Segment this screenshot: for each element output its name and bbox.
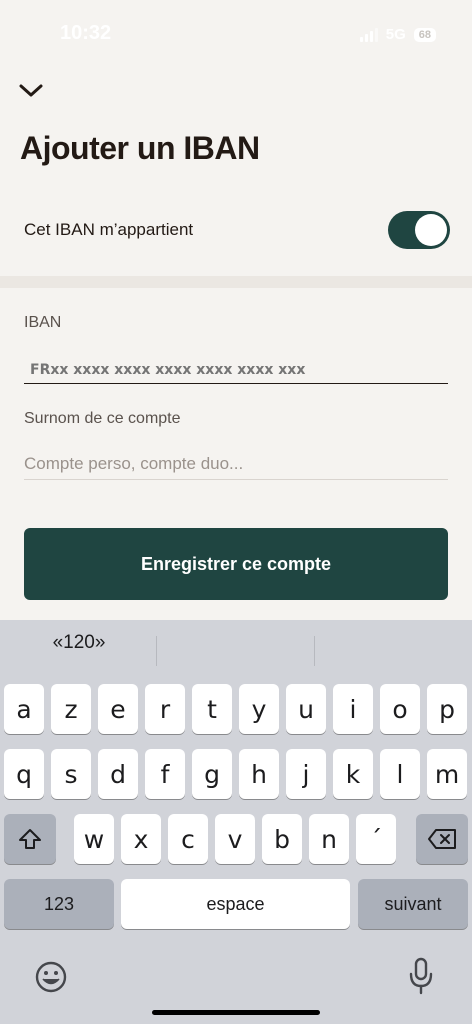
emoji-icon: [35, 961, 67, 993]
page-title: Ajouter un IBAN: [20, 130, 260, 166]
status-bar: 10:32 5G 68: [0, 0, 472, 70]
suggestion-1[interactable]: «120»: [4, 632, 154, 654]
key[interactable]: i: [333, 684, 373, 734]
key[interactable]: s: [51, 749, 91, 799]
toggle-knob: [415, 214, 447, 246]
suggestion-bar: «120»: [0, 620, 472, 680]
space-key[interactable]: espace: [121, 879, 350, 929]
suggestion-divider: [156, 636, 157, 666]
shift-key[interactable]: [4, 814, 56, 864]
key[interactable]: o: [380, 684, 420, 734]
microphone-icon: [409, 957, 433, 995]
key[interactable]: n: [309, 814, 349, 864]
backspace-icon: [428, 829, 456, 849]
delete-key[interactable]: [416, 814, 468, 864]
key[interactable]: r: [145, 684, 185, 734]
key[interactable]: c: [168, 814, 208, 864]
key[interactable]: a: [4, 684, 44, 734]
dictation-button[interactable]: [402, 954, 440, 998]
key[interactable]: f: [145, 749, 185, 799]
battery-icon: 68: [413, 27, 436, 42]
iban-label: IBAN: [24, 314, 62, 331]
key[interactable]: m: [427, 749, 467, 799]
key[interactable]: v: [215, 814, 255, 864]
save-account-button[interactable]: Enregistrer ce compte: [24, 528, 448, 600]
nickname-label: Surnom de ce compte: [24, 410, 181, 427]
owner-row: Cet IBAN m’appartient: [24, 210, 450, 250]
owner-label: Cet IBAN m’appartient: [24, 220, 194, 239]
suggestion-divider: [314, 636, 315, 666]
nickname-input[interactable]: [24, 448, 448, 480]
chevron-down-icon: [19, 84, 43, 97]
key[interactable]: l: [380, 749, 420, 799]
shift-icon: [19, 829, 41, 849]
home-indicator: [152, 1010, 320, 1015]
key[interactable]: p: [427, 684, 467, 734]
key[interactable]: g: [192, 749, 232, 799]
key[interactable]: w: [74, 814, 114, 864]
iban-input[interactable]: [24, 356, 448, 384]
numbers-key[interactable]: 123: [4, 879, 114, 929]
key[interactable]: z: [51, 684, 91, 734]
status-indicators: 5G 68: [359, 26, 436, 43]
key[interactable]: k: [333, 749, 373, 799]
owner-toggle[interactable]: [388, 211, 450, 249]
section-divider: [0, 276, 472, 288]
key[interactable]: u: [286, 684, 326, 734]
key[interactable]: b: [262, 814, 302, 864]
next-key[interactable]: suivant: [358, 879, 468, 929]
network-type: 5G: [385, 26, 406, 43]
signal-icon: [359, 27, 378, 42]
key[interactable]: ´: [356, 814, 396, 864]
key[interactable]: q: [4, 749, 44, 799]
key[interactable]: t: [192, 684, 232, 734]
key[interactable]: x: [121, 814, 161, 864]
key[interactable]: j: [286, 749, 326, 799]
emoji-button[interactable]: [30, 956, 72, 998]
key[interactable]: d: [98, 749, 138, 799]
key[interactable]: e: [98, 684, 138, 734]
key[interactable]: h: [239, 749, 279, 799]
keyboard: «120» azertyuiop qsdfghjklm w x c v b n ´ 123 …: [0, 620, 472, 1024]
status-time: 10:32: [60, 22, 112, 44]
dismiss-button[interactable]: [16, 76, 46, 106]
key[interactable]: y: [239, 684, 279, 734]
